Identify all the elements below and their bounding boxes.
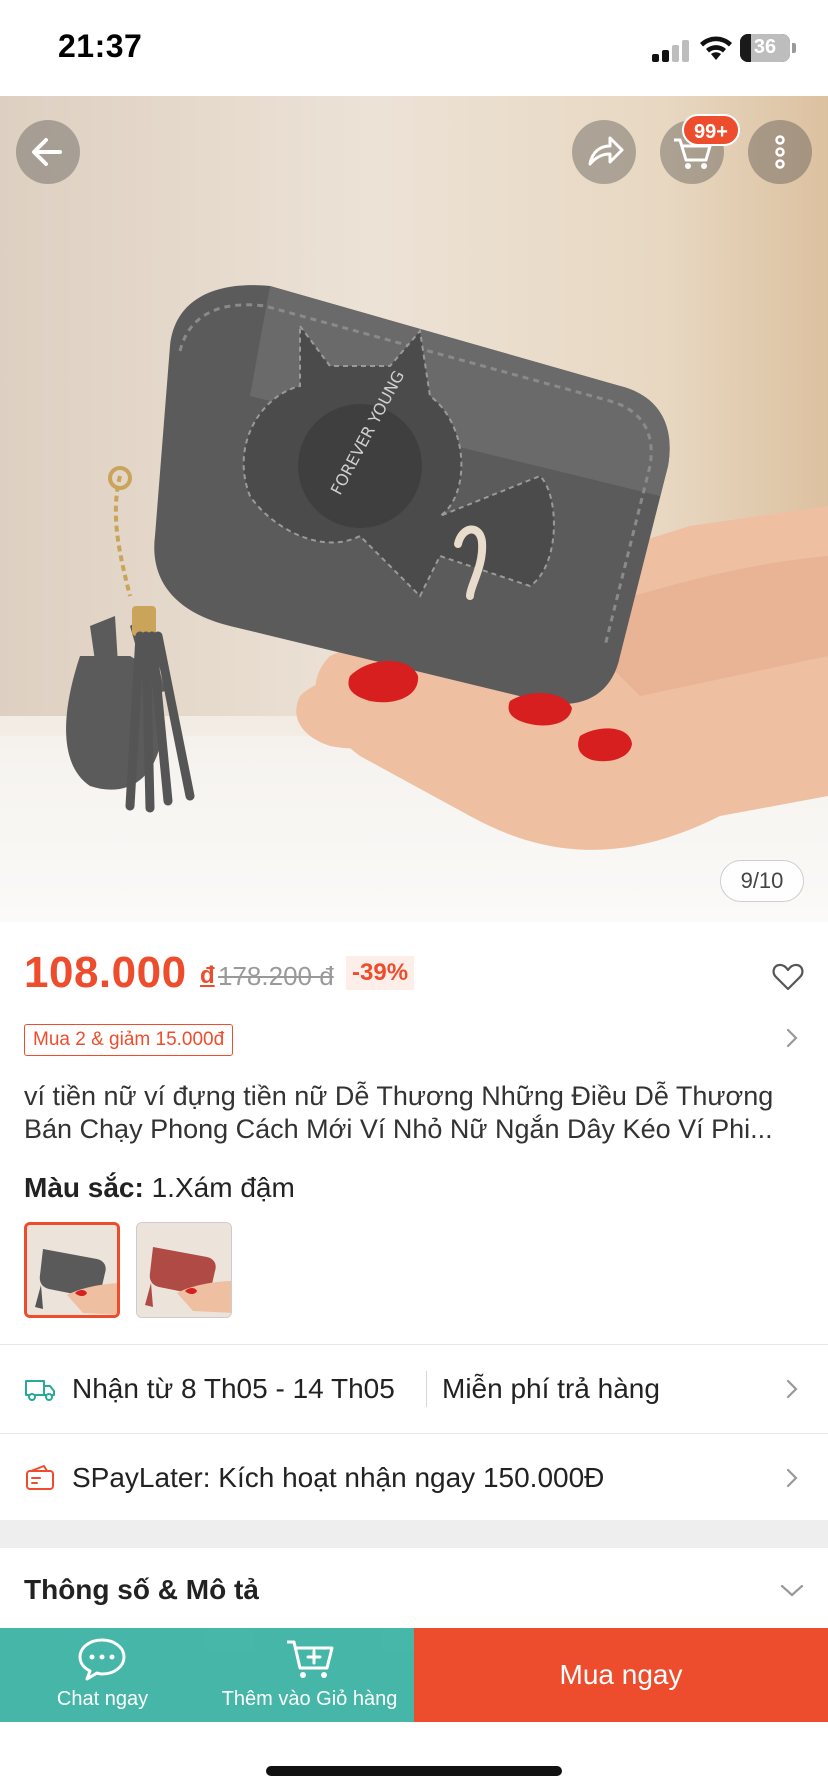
original-price: 178.200 đ bbox=[218, 961, 334, 991]
paylater-text: SPayLater: Kích hoạt nhận ngay 150.000Đ bbox=[72, 1462, 605, 1493]
bottom-action-bar: Chat ngay Thêm vào Giỏ hàng Mua ngay bbox=[0, 1628, 828, 1722]
favorite-heart-icon[interactable] bbox=[772, 962, 804, 992]
status-bar: 21:37 36 bbox=[0, 0, 828, 96]
row-separator bbox=[426, 1371, 427, 1407]
product-image-carousel[interactable]: FOREVER YOUNG 99+ 9/10 bbox=[0, 96, 828, 922]
add-to-cart-label: Thêm vào Giỏ hàng bbox=[221, 1688, 398, 1710]
back-arrow-icon bbox=[32, 138, 62, 166]
more-vertical-icon bbox=[775, 135, 785, 169]
chat-icon bbox=[78, 1638, 126, 1681]
chevron-right-icon bbox=[786, 1379, 798, 1399]
wallet-icon bbox=[26, 1465, 54, 1490]
add-to-cart-button[interactable]: Thêm vào Giỏ hàng bbox=[205, 1628, 414, 1722]
paylater-row[interactable]: SPayLater: Kích hoạt nhận ngay 150.000Đ bbox=[0, 1434, 828, 1522]
variant-thumb-image bbox=[27, 1225, 117, 1315]
variant-thumb-dark-grey[interactable] bbox=[24, 1222, 120, 1318]
share-icon bbox=[588, 136, 624, 166]
voucher-tag[interactable]: Mua 2 & giảm 15.000đ bbox=[24, 1024, 234, 1056]
truck-icon bbox=[25, 1380, 55, 1401]
product-title: ví tiền nữ ví đựng tiền nữ Dễ Thương Nhữ… bbox=[24, 1080, 814, 1146]
cart-count-badge: 99+ bbox=[682, 114, 740, 146]
wifi-icon bbox=[700, 36, 732, 60]
share-button[interactable] bbox=[572, 120, 636, 184]
chat-now-button[interactable]: Chat ngay bbox=[0, 1628, 205, 1722]
battery-level: 36 bbox=[753, 36, 777, 58]
variant-thumb-image bbox=[137, 1223, 231, 1317]
battery-cap bbox=[792, 43, 796, 53]
cellular-signal-icon bbox=[652, 38, 690, 62]
home-indicator[interactable] bbox=[266, 1766, 562, 1776]
specs-section-title[interactable]: Thông số & Mô tả bbox=[24, 1574, 259, 1606]
more-button[interactable] bbox=[748, 120, 812, 184]
section-gap bbox=[0, 1520, 828, 1548]
free-returns: Miễn phí trả hàng bbox=[442, 1373, 660, 1404]
current-price: 108.000 bbox=[24, 948, 187, 997]
chat-now-label: Chat ngay bbox=[56, 1688, 149, 1710]
add-to-cart-icon bbox=[287, 1640, 334, 1678]
chevron-right-icon bbox=[786, 1468, 798, 1488]
discount-badge: -39% bbox=[346, 956, 415, 990]
image-counter: 9/10 bbox=[720, 860, 804, 902]
battery-icon: 36 bbox=[740, 34, 790, 62]
back-button[interactable] bbox=[16, 120, 80, 184]
product-title-line-2: Bán Chạy Phong Cách Mới Ví Nhỏ Nữ Ngắn D… bbox=[24, 1114, 773, 1144]
buy-now-button[interactable]: Mua ngay bbox=[414, 1628, 828, 1722]
product-title-line-1: ví tiền nữ ví đựng tiền nữ Dễ Thương Nhữ… bbox=[24, 1081, 774, 1111]
variant-thumb-red[interactable] bbox=[136, 1222, 232, 1318]
variant-label: Màu sắc: 1.Xám đậm bbox=[24, 1172, 295, 1204]
variant-label-key: Màu sắc: bbox=[24, 1172, 144, 1203]
product-photo: FOREVER YOUNG bbox=[66, 285, 828, 850]
delivery-estimate: Nhận từ 8 Th05 - 14 Th05 bbox=[72, 1373, 395, 1404]
shipping-row[interactable]: Nhận từ 8 Th05 - 14 Th05 Miễn phí trả hà… bbox=[0, 1345, 828, 1433]
price-currency: đ bbox=[200, 962, 215, 989]
chevron-right-icon[interactable] bbox=[782, 1026, 802, 1050]
chevron-down-icon[interactable] bbox=[778, 1580, 806, 1600]
variant-selected: 1.Xám đậm bbox=[151, 1172, 295, 1203]
status-time: 21:37 bbox=[58, 28, 143, 64]
